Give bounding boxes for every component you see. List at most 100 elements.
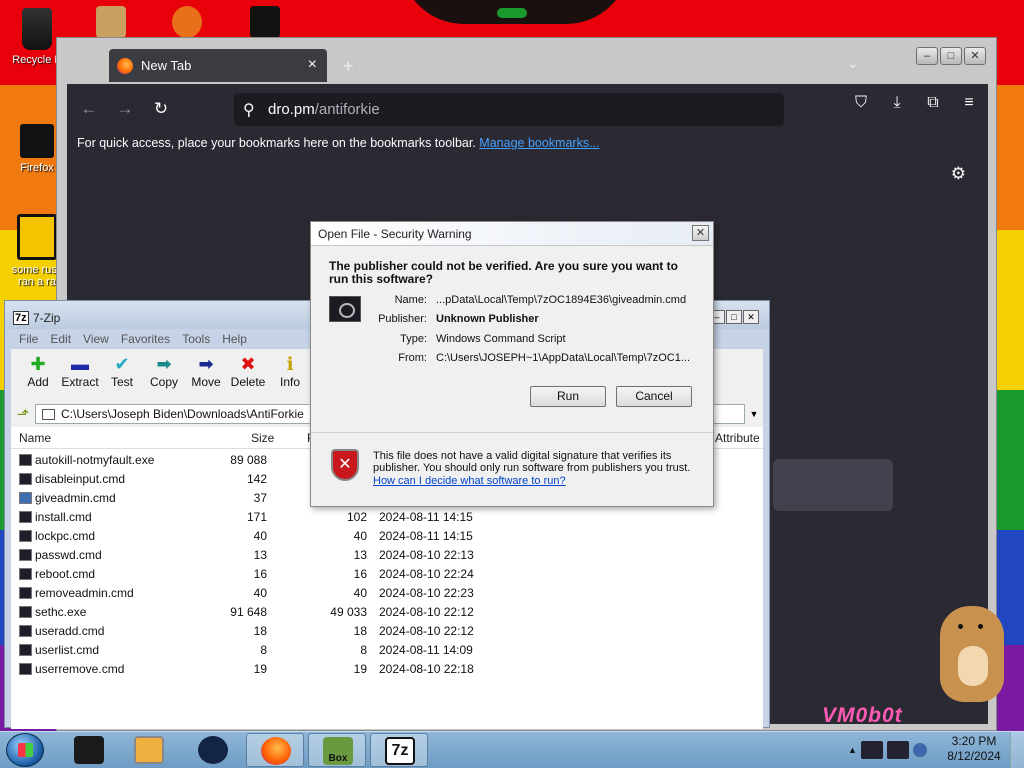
- cell-modified: 2024-08-11 14:09: [379, 643, 473, 657]
- volume-icon[interactable]: [912, 743, 927, 757]
- column-size[interactable]: Size: [251, 427, 274, 449]
- field-value: C:\Users\JOSEPH~1\AppData\Local\Temp\7zO…: [436, 352, 691, 364]
- table-row[interactable]: sethc.exe 91 648 49 033 2024-08-10 22:12: [11, 603, 763, 622]
- table-row[interactable]: lockpc.cmd 40 40 2024-08-11 14:15: [11, 527, 763, 546]
- menu-icon[interactable]: ≡: [958, 94, 980, 112]
- dialog-title-bar: Open File - Security Warning ✕: [311, 222, 713, 246]
- move-button[interactable]: ➡ Move: [185, 349, 227, 401]
- field-value: ...pData\Local\Temp\7zOC1894E36\giveadmi…: [436, 294, 687, 306]
- cell-modified: 2024-08-10 22:13: [379, 548, 474, 562]
- cell-size: 16: [253, 567, 267, 581]
- minimize-button[interactable]: –: [916, 47, 938, 65]
- taskbar-media-button[interactable]: [120, 733, 178, 767]
- list-all-tabs-icon[interactable]: ⌄: [847, 55, 859, 72]
- column-name[interactable]: Name: [19, 427, 51, 449]
- table-row[interactable]: removeadmin.cmd 40 40 2024-08-10 22:23: [11, 584, 763, 603]
- dialog-headline: The publisher could not be verified. Are…: [329, 259, 678, 286]
- checkmark-icon: ✔: [114, 354, 130, 374]
- shortcut-tile[interactable]: [773, 459, 893, 511]
- divider: [311, 432, 713, 433]
- menu-bar: File Edit View Favorites Tools Help: [11, 329, 247, 349]
- start-button[interactable]: [6, 733, 44, 767]
- url-bar[interactable]: ⚲ dro.pm/antiforkie: [234, 93, 784, 126]
- info-button[interactable]: ℹ Info: [269, 349, 311, 401]
- desktop-shortcut-icon[interactable]: [172, 6, 202, 38]
- cell-size: 40: [253, 586, 267, 600]
- cell-size: 171: [246, 510, 267, 524]
- forward-icon[interactable]: →: [107, 99, 143, 119]
- url-path: /antiforkie: [314, 101, 380, 118]
- menu-tools[interactable]: Tools: [182, 329, 210, 349]
- cell-packed: 19: [353, 662, 367, 676]
- table-row[interactable]: reboot.cmd 16 16 2024-08-10 22:24: [11, 565, 763, 584]
- download-icon[interactable]: ⤓: [886, 94, 908, 112]
- desktop-shortcut-icon[interactable]: [96, 6, 126, 38]
- cell-name: passwd.cmd: [35, 548, 102, 562]
- cancel-button[interactable]: Cancel: [616, 386, 692, 407]
- copy-arrow-icon: ➡: [156, 354, 172, 374]
- new-tab-icon[interactable]: +: [343, 56, 354, 77]
- table-row[interactable]: useradd.cmd 18 18 2024-08-10 22:12: [11, 622, 763, 641]
- delete-button[interactable]: ✖ Delete: [227, 349, 269, 401]
- file-icon: [19, 625, 32, 637]
- info-label: Info: [279, 375, 300, 389]
- taskbar-7zip-button[interactable]: 7z: [370, 733, 428, 767]
- help-link[interactable]: How can I decide what software to run?: [373, 475, 566, 487]
- taskbar-app-button[interactable]: [184, 733, 242, 767]
- device-icon[interactable]: [886, 741, 909, 759]
- taskbar-box-button[interactable]: Box: [308, 733, 366, 767]
- hamster-belly: [958, 646, 988, 686]
- window-controls: – □ ✕: [709, 310, 759, 324]
- delete-label: Delete: [230, 375, 266, 389]
- cell-name: useradd.cmd: [35, 624, 105, 638]
- tab-new-tab[interactable]: New Tab ×: [109, 49, 327, 82]
- show-hidden-icons-icon[interactable]: ▲: [848, 745, 857, 755]
- add-button[interactable]: ✚ Add: [17, 349, 59, 401]
- taskbar-app-button[interactable]: [60, 733, 118, 767]
- network-icon[interactable]: [860, 741, 883, 759]
- field-value: Unknown Publisher: [436, 313, 539, 325]
- extensions-icon[interactable]: ⧉: [922, 94, 944, 112]
- folder-up-icon[interactable]: ⬏: [11, 405, 35, 423]
- field-label: Publisher:: [378, 313, 427, 325]
- menu-help[interactable]: Help: [222, 329, 247, 349]
- clock-date: 8/12/2024: [947, 749, 1001, 763]
- taskbar-firefox-button[interactable]: [246, 733, 304, 767]
- extract-button[interactable]: ▬ Extract: [59, 349, 101, 401]
- copy-button[interactable]: ➡ Copy: [143, 349, 185, 401]
- maximize-button[interactable]: □: [726, 310, 742, 324]
- file-icon: [19, 511, 32, 523]
- maximize-button[interactable]: □: [940, 47, 962, 65]
- close-tab-icon[interactable]: ×: [308, 56, 317, 74]
- menu-view[interactable]: View: [83, 329, 109, 349]
- desktop-shortcut-icon[interactable]: [250, 6, 280, 38]
- table-row[interactable]: userremove.cmd 19 19 2024-08-10 22:18: [11, 660, 763, 679]
- table-row[interactable]: install.cmd 171 102 2024-08-11 14:15: [11, 508, 763, 527]
- test-button[interactable]: ✔ Test: [101, 349, 143, 401]
- menu-file[interactable]: File: [19, 329, 38, 349]
- cell-modified: 2024-08-10 22:18: [379, 662, 474, 676]
- test-label: Test: [110, 375, 133, 389]
- menu-edit[interactable]: Edit: [50, 329, 71, 349]
- show-desktop-button[interactable]: [1010, 732, 1024, 768]
- cell-packed: 40: [353, 586, 367, 600]
- gear-icon[interactable]: ⚙: [951, 164, 966, 184]
- manage-bookmarks-link[interactable]: Manage bookmarks...: [479, 136, 599, 150]
- table-row[interactable]: passwd.cmd 13 13 2024-08-10 22:13: [11, 546, 763, 565]
- menu-favorites[interactable]: Favorites: [121, 329, 170, 349]
- back-icon[interactable]: ←: [71, 99, 107, 119]
- close-button[interactable]: ✕: [692, 225, 709, 241]
- close-button[interactable]: ✕: [964, 47, 986, 65]
- reload-icon[interactable]: ↻: [143, 99, 179, 119]
- run-button[interactable]: Run: [530, 386, 606, 407]
- plus-icon: ✚: [30, 354, 46, 374]
- hamster-eye: [978, 624, 983, 629]
- chevron-down-icon[interactable]: ▼: [745, 409, 763, 419]
- close-button[interactable]: ✕: [743, 310, 759, 324]
- file-icon: [19, 473, 32, 485]
- cell-size: 13: [253, 548, 267, 562]
- table-row[interactable]: userlist.cmd 8 8 2024-08-11 14:09: [11, 641, 763, 660]
- column-attributes[interactable]: Attribute: [715, 427, 760, 449]
- pocket-icon[interactable]: ⛉: [850, 94, 872, 112]
- clock[interactable]: 3:20 PM 8/12/2024: [944, 734, 1004, 764]
